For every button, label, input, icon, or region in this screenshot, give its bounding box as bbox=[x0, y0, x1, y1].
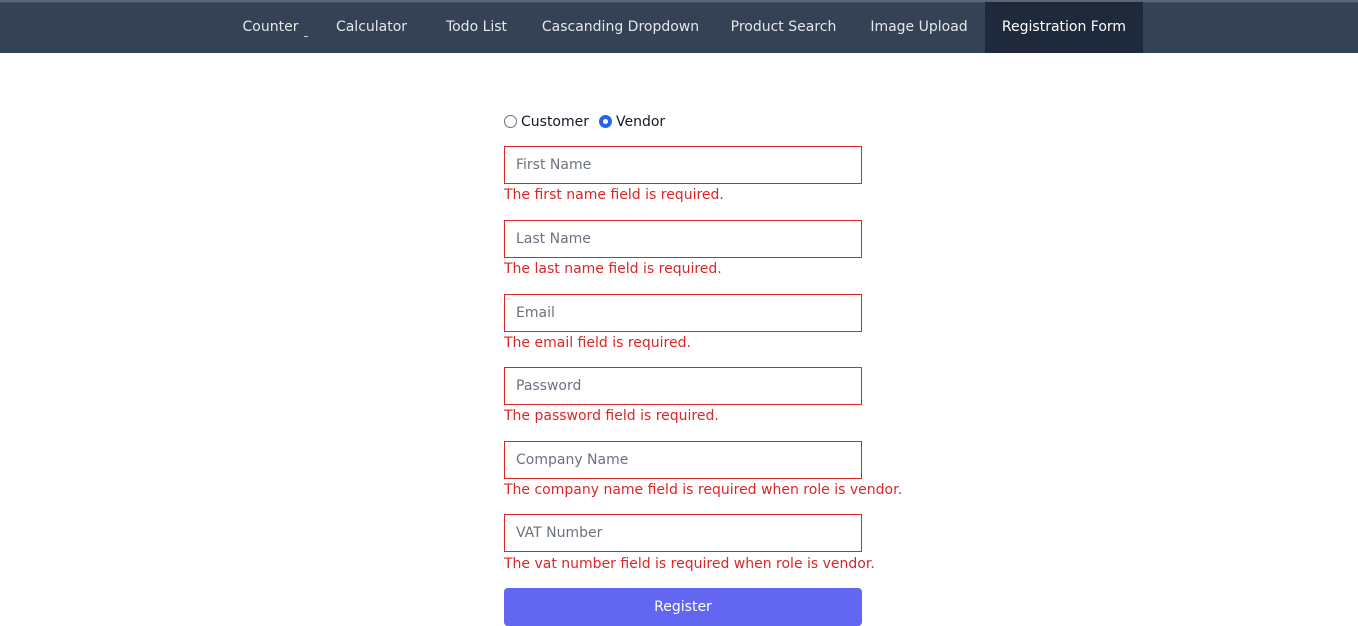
first-name-error: The first name field is required. bbox=[504, 187, 724, 203]
nav-item-product-search[interactable]: Product Search bbox=[714, 2, 853, 53]
company-name-error: The company name field is required when … bbox=[504, 482, 903, 498]
vat-number-error: The vat number field is required when ro… bbox=[504, 556, 875, 572]
nav-item-cascanding-dropdown[interactable]: Cascanding Dropdown bbox=[527, 2, 714, 53]
last-name-input[interactable] bbox=[504, 220, 862, 258]
password-input[interactable] bbox=[504, 367, 862, 405]
text-cursor-mark bbox=[304, 36, 308, 37]
nav-item-registration-form[interactable]: Registration Form bbox=[985, 2, 1143, 53]
vat-number-input[interactable] bbox=[504, 514, 862, 552]
vendor-radio[interactable] bbox=[599, 115, 612, 128]
company-name-input[interactable] bbox=[504, 441, 862, 479]
email-input[interactable] bbox=[504, 294, 862, 332]
register-button[interactable]: Register bbox=[504, 588, 862, 626]
email-error: The email field is required. bbox=[504, 335, 691, 351]
vendor-radio-label[interactable]: Vendor bbox=[616, 112, 665, 132]
nav-item-counter[interactable]: Counter bbox=[224, 2, 317, 53]
last-name-error: The last name field is required. bbox=[504, 261, 722, 277]
nav-item-image-upload[interactable]: Image Upload bbox=[853, 2, 985, 53]
password-error: The password field is required. bbox=[504, 408, 719, 424]
customer-radio-label[interactable]: Customer bbox=[521, 112, 589, 132]
nav-item-todo-list[interactable]: Todo List bbox=[426, 2, 527, 53]
first-name-input[interactable] bbox=[504, 146, 862, 184]
top-navbar: Counter Calculator Todo List Cascanding … bbox=[0, 0, 1358, 53]
customer-radio[interactable] bbox=[504, 115, 517, 128]
nav-item-calculator[interactable]: Calculator bbox=[317, 2, 426, 53]
